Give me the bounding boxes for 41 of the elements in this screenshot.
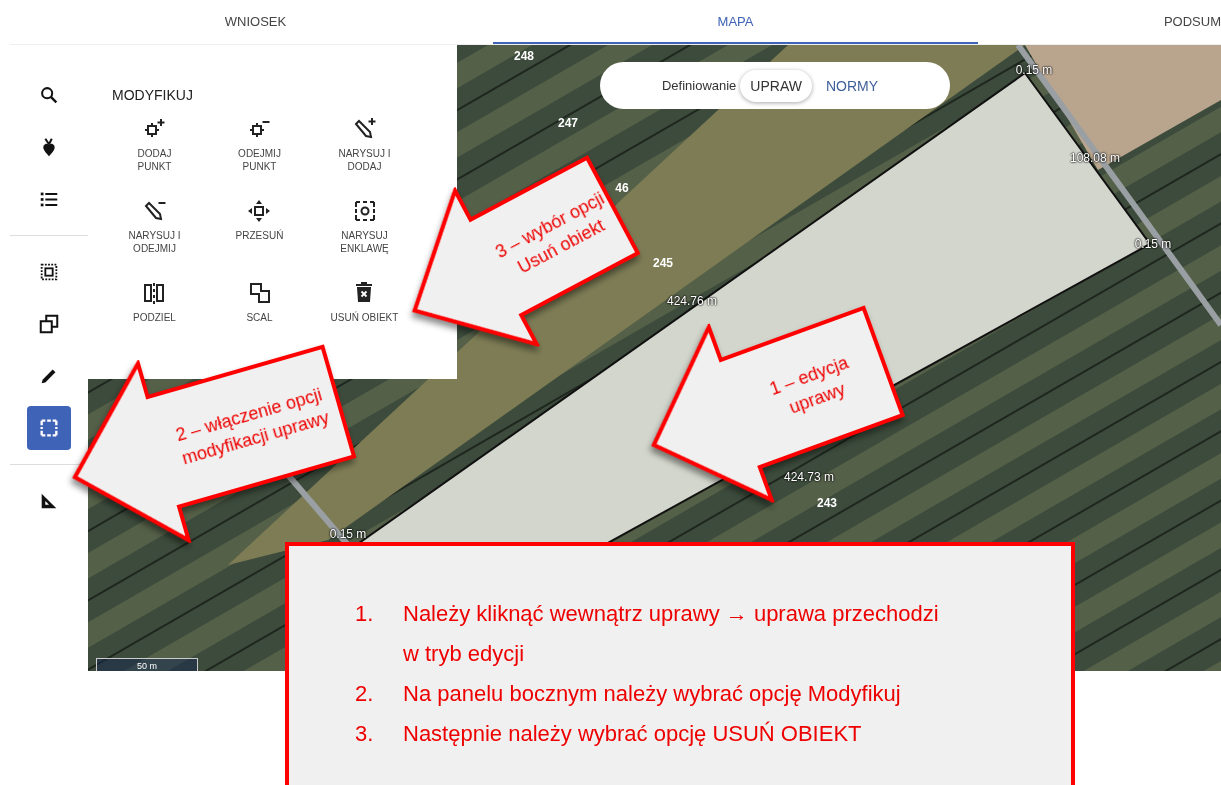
tab[interactable]: WNIOSEK (18, 0, 493, 44)
list-number: 2. (355, 680, 375, 708)
measurement-label: 424.76 m (667, 294, 717, 308)
instruction-text: Na panelu bocznym należy wybrać opcję Modyfikuj (403, 680, 902, 708)
tab[interactable]: PODSUM (978, 0, 1221, 44)
dashed-square-icon (38, 261, 60, 283)
tool-button[interactable]: SCAL (246, 281, 273, 324)
instruction-text: Następnie należy wybrać opcję USUŃ OBIEKT (403, 720, 863, 748)
split-icon (142, 281, 167, 305)
mode-switch-label: Definiowanie (661, 78, 737, 93)
parcel-number: 46 (615, 181, 629, 195)
parcel-number: 243 (817, 496, 837, 510)
tool-button[interactable]: PRZESUŃ (235, 199, 284, 242)
list-number: 1. (355, 600, 375, 628)
instruction-text: Należy kliknąć wewnątrz uprawy → uprawa przechodzi w tryb edycji (403, 600, 940, 668)
scale-bar: 50 m (96, 658, 198, 671)
measurement-label: 0.15 m (329, 527, 367, 541)
callout-text: 1 – edycja uprawy (766, 351, 852, 420)
parcel-number: 245 (653, 256, 673, 270)
tool-button[interactable]: DODAJ PUNKT (137, 117, 172, 173)
list-number: 3. (355, 720, 375, 748)
tool-button[interactable]: NARYSUJ ENKLAWĘ (340, 199, 389, 255)
merge-icon (247, 281, 272, 305)
copy-icon (38, 313, 60, 335)
tool-button[interactable]: ODEJMIJ PUNKT (238, 117, 281, 173)
panel-title: MODYFIKUJ (112, 87, 194, 103)
measurement-label: 424.73 m (784, 470, 834, 484)
mode-option[interactable]: UPRAW (740, 69, 812, 102)
mode-option[interactable]: NORMY (815, 69, 889, 102)
dashed-square-circle-icon (352, 199, 377, 223)
tool-button[interactable]: NARYSUJ I DODAJ (338, 117, 391, 173)
measurement-label: 0.15 m (1015, 63, 1053, 77)
parcel-number: 248 (514, 49, 534, 63)
pencil-minus-icon (142, 199, 167, 223)
tool-button[interactable]: NARYSUJ I ODEJMIJ (128, 199, 181, 255)
tool-button[interactable]: PODZIEL (133, 281, 176, 324)
tool-button[interactable]: USUŃ OBIEKT (330, 281, 399, 324)
pencil-plus-icon (352, 117, 377, 141)
move-icon (247, 199, 272, 223)
search-icon (38, 84, 60, 106)
parcel-number: 247 (558, 116, 578, 130)
